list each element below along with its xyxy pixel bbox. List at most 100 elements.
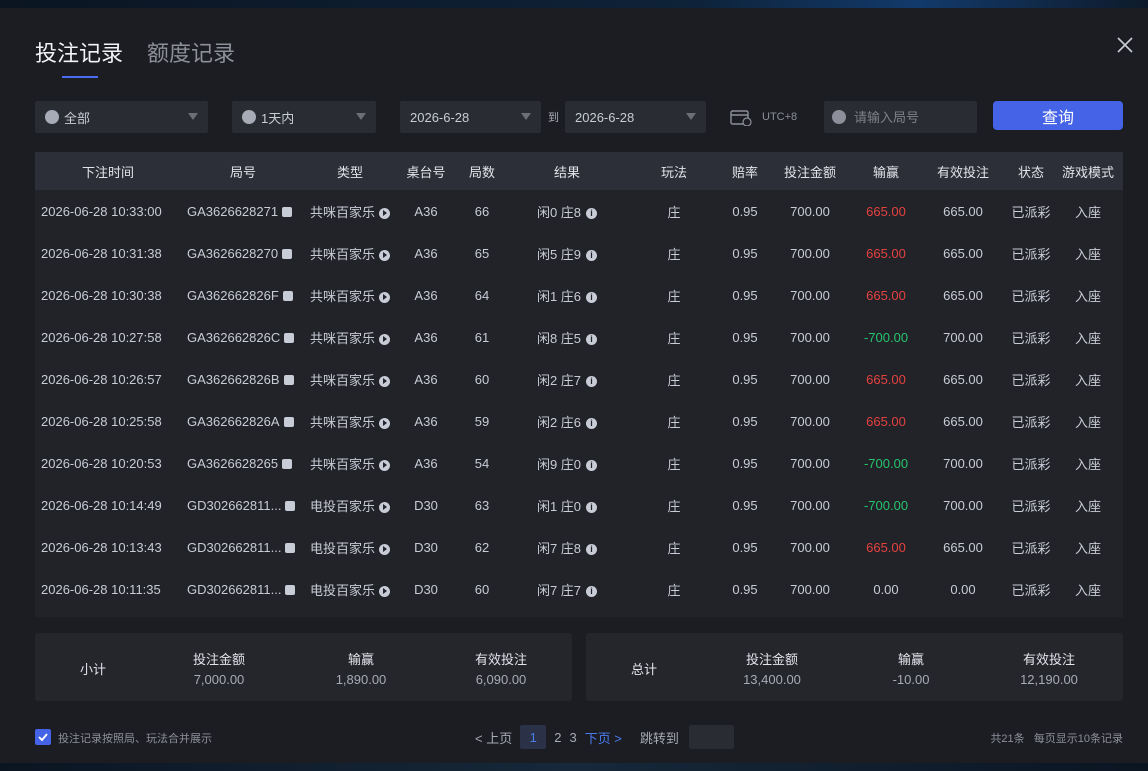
- column-header: 有效投注: [936, 164, 989, 180]
- date-to-select[interactable]: 2026-6-28: [565, 101, 706, 133]
- info-icon[interactable]: i: [586, 249, 598, 261]
- win-loss-cell: 665.00: [851, 414, 921, 429]
- record-count-info: 共21条 每页显示10条记录: [990, 730, 1123, 746]
- play-video-icon[interactable]: [379, 249, 390, 261]
- win-loss-cell: -700.00: [851, 330, 921, 345]
- table-id-text: A36: [414, 329, 438, 345]
- prev-page-button[interactable]: < 上页: [475, 728, 512, 747]
- bet-amount-text: 700.00: [790, 539, 830, 555]
- status-cell: 已派彩: [1005, 412, 1057, 431]
- play-video-icon[interactable]: [379, 207, 390, 219]
- round-count-cell: 60: [457, 582, 507, 597]
- odds-cell: 0.95: [721, 246, 769, 261]
- copy-icon[interactable]: [285, 501, 296, 512]
- round-number-field[interactable]: [824, 101, 977, 133]
- round-number-cell: GA362662826A: [181, 414, 305, 429]
- win-loss-cell: 665.00: [851, 204, 921, 219]
- game-mode-text: 入座: [1074, 540, 1101, 556]
- game-type-cell: 电投百家乐: [305, 496, 395, 515]
- valid-bet-text: 665.00: [943, 245, 983, 261]
- copy-icon[interactable]: [282, 291, 293, 302]
- page-button-2[interactable]: 2: [554, 730, 561, 745]
- table-id-text: D30: [414, 539, 438, 555]
- copy-icon[interactable]: [285, 543, 296, 554]
- game-mode-cell: 入座: [1057, 286, 1119, 305]
- round-number-cell: GA362662826B: [181, 372, 305, 387]
- time-range-select[interactable]: 1天内: [232, 101, 376, 133]
- play-video-icon[interactable]: [379, 543, 390, 555]
- tab-quota-records[interactable]: 额度记录: [147, 36, 235, 76]
- bet-time-text: 2026-06-28 10:13:43: [41, 539, 162, 555]
- date-from-select[interactable]: 2026-6-28: [400, 101, 541, 133]
- odds-cell: 0.95: [721, 414, 769, 429]
- valid-bet-text: 665.00: [943, 287, 983, 303]
- tab-bet-records[interactable]: 投注记录: [35, 36, 123, 78]
- table-id-text: A36: [414, 287, 438, 303]
- copy-icon[interactable]: [283, 375, 294, 386]
- play-video-icon[interactable]: [379, 459, 390, 471]
- page-button-1[interactable]: 1: [520, 725, 547, 749]
- next-page-button[interactable]: 下页 >: [585, 728, 622, 747]
- status-text: 已派彩: [1011, 204, 1051, 220]
- round-number-text: GA362662826F: [187, 287, 279, 303]
- copy-icon[interactable]: [283, 417, 294, 428]
- info-icon[interactable]: i: [586, 207, 598, 219]
- subtotal-win-label: 输赢: [347, 652, 374, 667]
- round-number-input[interactable]: [854, 109, 974, 125]
- status-text: 已派彩: [1011, 414, 1051, 430]
- valid-bet-text: 700.00: [943, 329, 983, 345]
- info-icon[interactable]: i: [586, 585, 598, 597]
- info-icon[interactable]: i: [586, 417, 598, 429]
- info-icon[interactable]: i: [586, 501, 598, 513]
- game-type-text: 电投百家乐: [309, 540, 375, 556]
- play-video-icon[interactable]: [379, 291, 390, 303]
- bet-amount-cell: 700.00: [769, 330, 851, 345]
- info-icon[interactable]: i: [586, 543, 598, 555]
- play-video-icon[interactable]: [379, 375, 390, 387]
- play-video-icon[interactable]: [379, 585, 390, 597]
- merge-display-checkbox[interactable]: [35, 729, 51, 745]
- game-mode-text: 入座: [1074, 330, 1101, 346]
- round-count-text: 60: [474, 581, 490, 597]
- status-cell: 已派彩: [1005, 370, 1057, 389]
- info-icon[interactable]: i: [586, 291, 598, 303]
- page-button-3[interactable]: 3: [569, 730, 576, 745]
- subtotal-panel: 小计 投注金额 7,000.00 输赢 1,890.00 有效投注 6,090.…: [35, 633, 572, 701]
- game-type-text: 共咪百家乐: [309, 246, 375, 262]
- copy-icon[interactable]: [282, 459, 293, 470]
- result-text: 闲1 庄0: [536, 498, 582, 514]
- copy-icon[interactable]: [285, 585, 296, 596]
- round-number-text: GA362662826B: [187, 371, 280, 387]
- status-cell: 已派彩: [1005, 286, 1057, 305]
- total-win: 输赢 -10.00: [851, 649, 971, 687]
- table-id-cell: A36: [395, 246, 457, 261]
- search-button[interactable]: 查询: [993, 101, 1123, 130]
- status-text: 已派彩: [1011, 540, 1051, 556]
- copy-icon[interactable]: [284, 333, 295, 344]
- copy-icon[interactable]: [282, 249, 293, 260]
- bet-time-cell: 2026-06-28 10:13:43: [35, 540, 181, 555]
- result-text: 闲1 庄6: [536, 288, 582, 304]
- info-icon[interactable]: i: [586, 459, 598, 471]
- table-row: 2026-06-28 10:27:58 GA362662826C 共咪百家乐 A36 6…: [35, 316, 1123, 358]
- valid-bet-text: 665.00: [943, 203, 983, 219]
- play-video-icon[interactable]: [379, 333, 390, 345]
- info-icon[interactable]: i: [586, 375, 598, 387]
- odds-text: 0.95: [732, 581, 758, 597]
- table-row: 2026-06-28 10:20:53 GA3626628265 共咪百家乐 A36 5…: [35, 442, 1123, 484]
- odds-cell: 0.95: [721, 498, 769, 513]
- game-type-text: 共咪百家乐: [309, 288, 375, 304]
- play-video-icon[interactable]: [379, 417, 390, 429]
- column-header: 游戏模式: [1061, 164, 1114, 180]
- play-video-icon[interactable]: [379, 501, 390, 513]
- game-mode-text: 入座: [1074, 204, 1101, 220]
- game-type-select[interactable]: 全部: [35, 101, 208, 133]
- bet-records-table: 下注时间 局号 类型 桌台号 局数 结果 玩法 赔率 投注金额 输赢 有效投注 状态 游戏模式 2026…: [35, 152, 1123, 617]
- round-number-text: GA362662826A: [187, 413, 280, 429]
- jump-page-input[interactable]: [688, 725, 734, 749]
- table-row: 2026-06-28 10:14:49 GD302662811... 电投百家乐 D3…: [35, 484, 1123, 526]
- copy-icon[interactable]: [282, 207, 293, 218]
- close-icon[interactable]: [1116, 36, 1134, 54]
- info-icon[interactable]: i: [586, 333, 598, 345]
- status-cell: 已派彩: [1005, 202, 1057, 221]
